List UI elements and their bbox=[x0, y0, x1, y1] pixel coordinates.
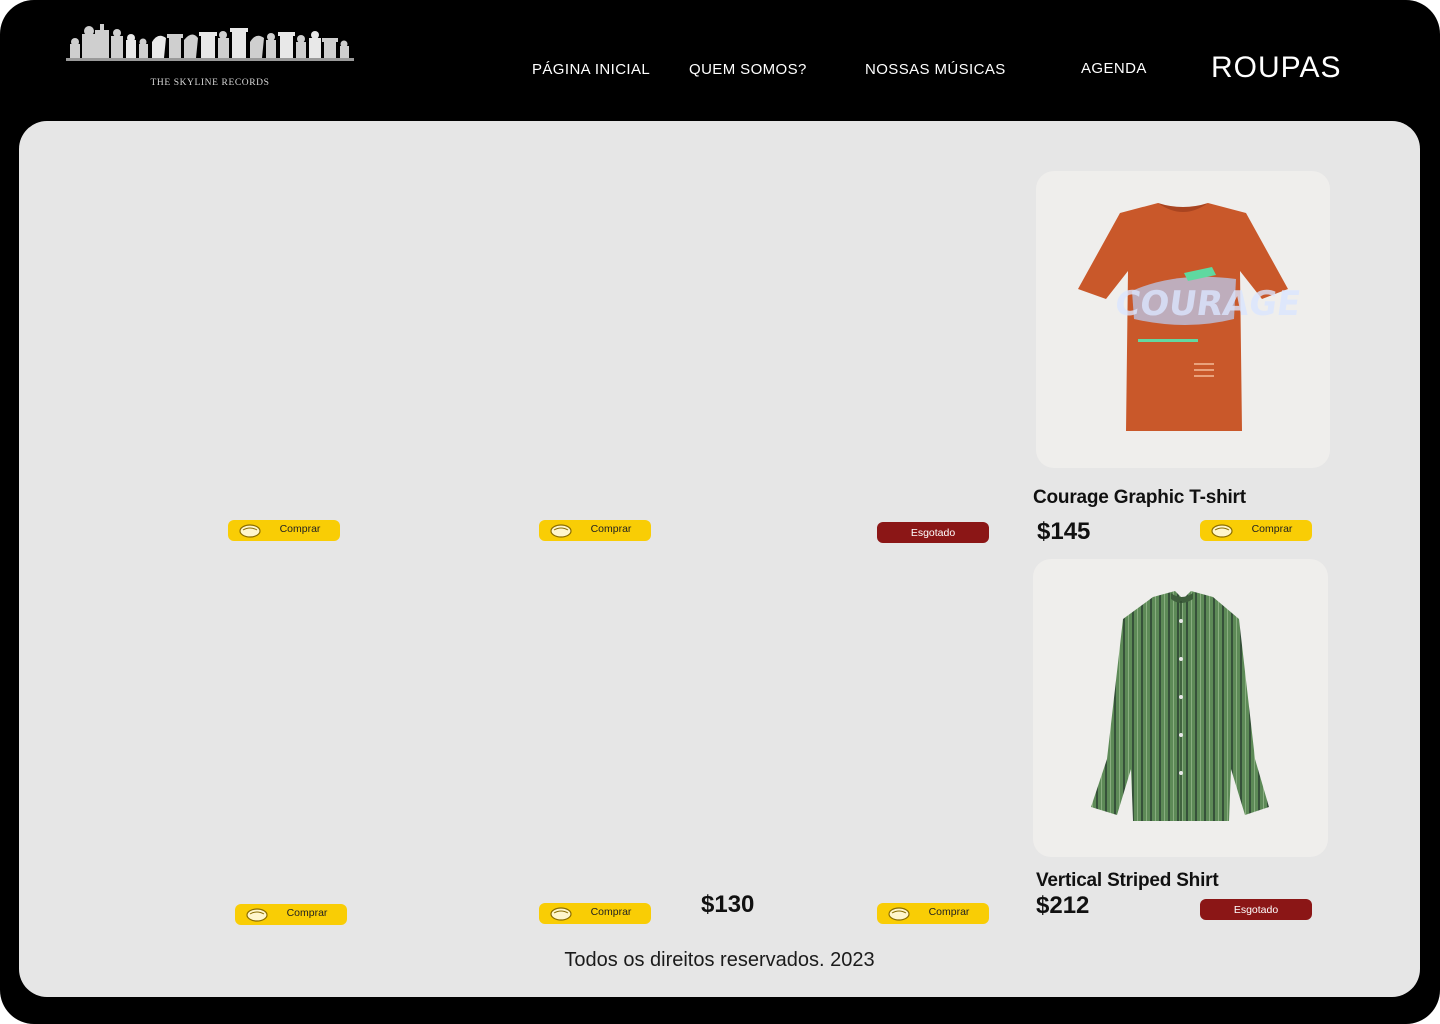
tshirt-price: $145 bbox=[1037, 518, 1091, 545]
buy-button[interactable]: Comprar bbox=[235, 904, 347, 925]
tshirt-graphic-text: COURAGE bbox=[1113, 284, 1304, 324]
brand-name: THE SKYLINE RECORDS bbox=[150, 78, 270, 88]
shirt-name: Vertical Striped Shirt bbox=[1036, 870, 1219, 891]
buy-button[interactable]: Comprar bbox=[539, 520, 651, 541]
shirt-price: $212 bbox=[1036, 892, 1090, 919]
buy-button[interactable]: Comprar bbox=[228, 520, 340, 541]
nav-home[interactable]: PÁGINA INICIAL bbox=[532, 61, 650, 78]
nav-clothes-active[interactable]: ROUPAS bbox=[1211, 51, 1341, 85]
shirt-image[interactable] bbox=[1033, 559, 1328, 857]
buy-button[interactable]: Comprar bbox=[877, 903, 989, 924]
coin-icon bbox=[888, 907, 910, 921]
sold-out-button[interactable]: Esgotado bbox=[877, 522, 989, 543]
coin-icon bbox=[550, 907, 572, 921]
shirt-illustration bbox=[1091, 591, 1269, 821]
sold-out-button[interactable]: Esgotado bbox=[1200, 899, 1312, 920]
app-frame: THE SKYLINE RECORDS PÁGINA INICIAL QUEM … bbox=[0, 0, 1440, 1024]
nav-music[interactable]: NOSSAS MÚSICAS bbox=[865, 61, 1006, 78]
tshirt-illustration: COURAGE bbox=[1078, 203, 1304, 431]
brand-logo[interactable]: THE SKYLINE RECORDS bbox=[66, 20, 354, 92]
coin-icon bbox=[239, 524, 261, 538]
footer-copyright: Todos os direitos reservados. 2023 bbox=[564, 949, 875, 971]
nav-about[interactable]: QUEM SOMOS? bbox=[689, 61, 807, 78]
buy-button[interactable]: Comprar bbox=[539, 903, 651, 924]
tshirt-image[interactable]: COURAGE bbox=[1036, 171, 1330, 468]
nav-schedule[interactable]: AGENDA bbox=[1081, 60, 1147, 77]
coin-icon bbox=[246, 908, 268, 922]
buy-tshirt-button[interactable]: Comprar bbox=[1200, 520, 1312, 541]
coin-icon bbox=[550, 524, 572, 538]
coin-icon bbox=[1211, 524, 1233, 538]
products-panel: Comprar Comprar Esgotado COURAGE Courage… bbox=[19, 121, 1420, 997]
product-price: $130 bbox=[701, 891, 755, 918]
chess-skyline-icon bbox=[66, 24, 354, 61]
tshirt-name: Courage Graphic T-shirt bbox=[1033, 487, 1246, 508]
